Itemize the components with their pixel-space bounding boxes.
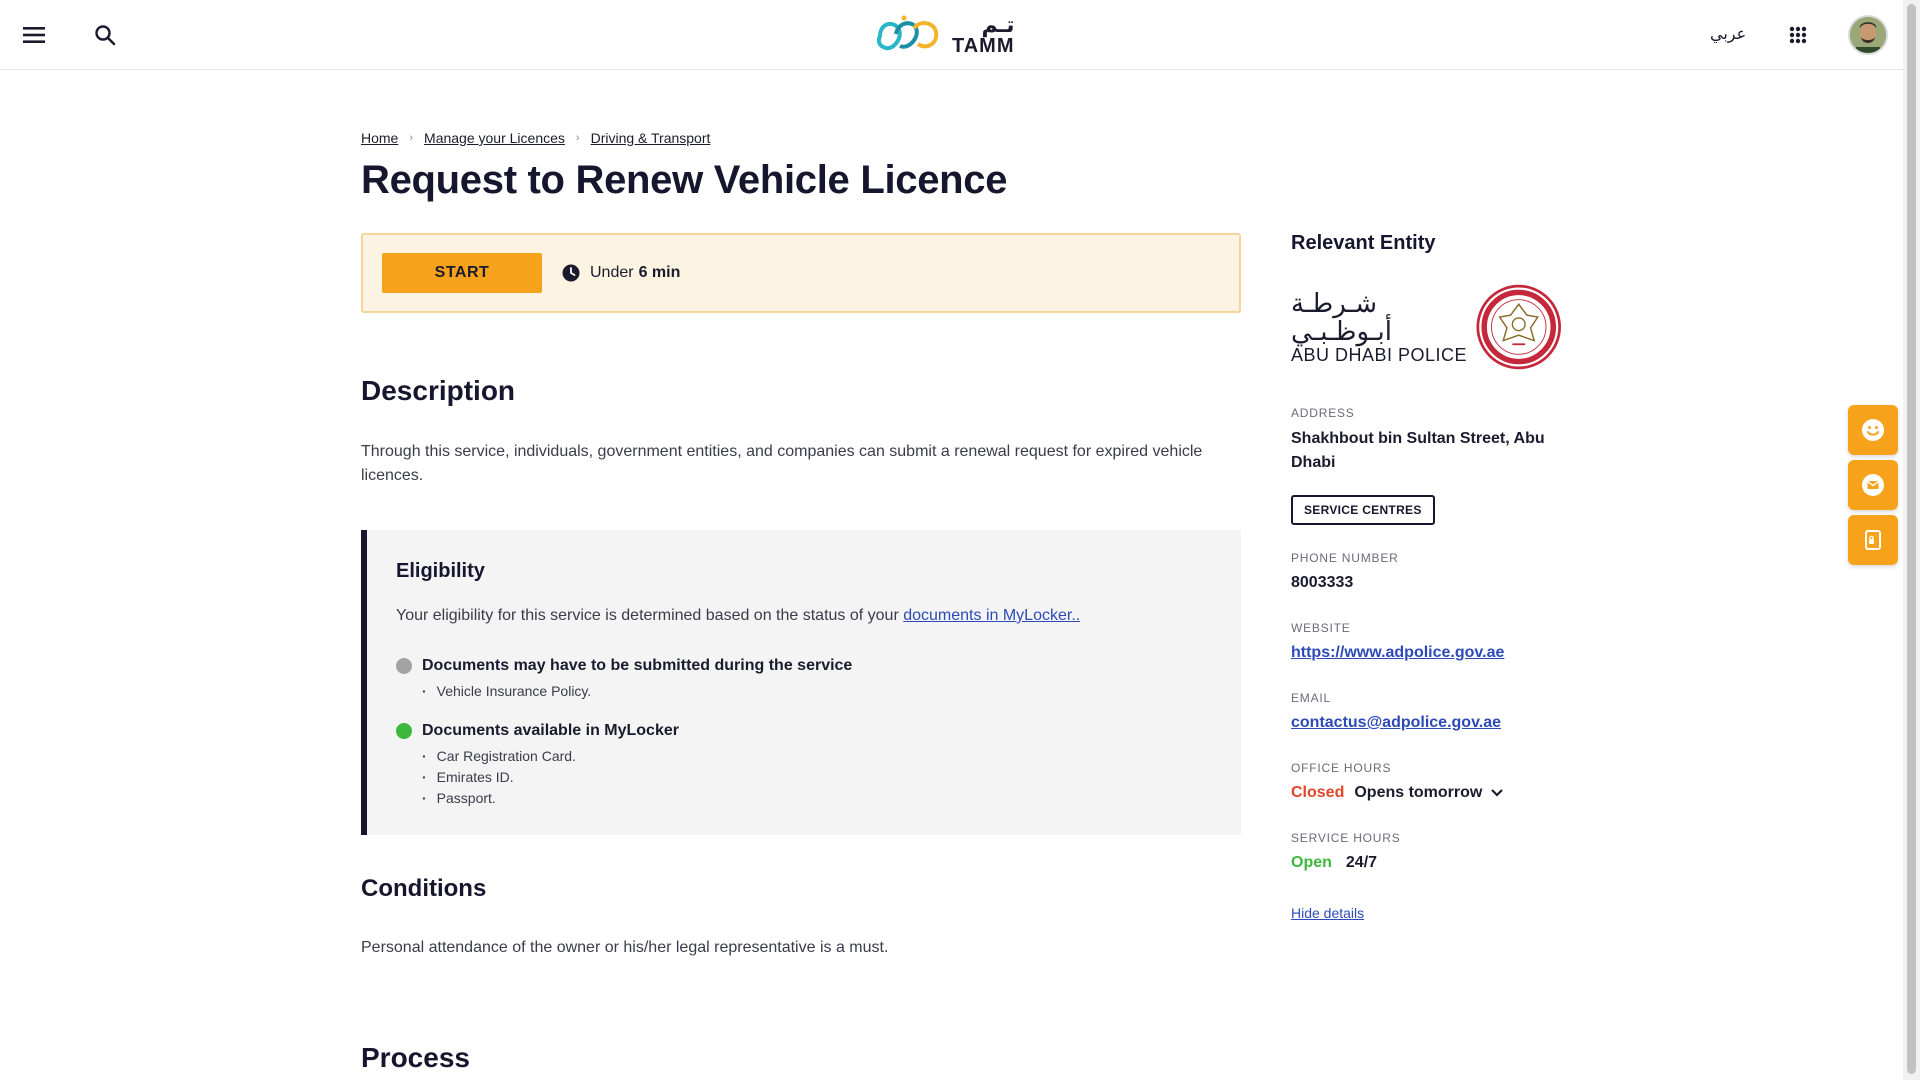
phone-label: PHONE NUMBER — [1291, 551, 1399, 565]
website-block: WEBSITE https://www.adpolice.gov.ae — [1291, 621, 1561, 665]
list-item: Car Registration Card. — [422, 746, 1241, 767]
duration-prefix: Under — [590, 264, 634, 281]
service-hours-label: SERVICE HOURS — [1291, 831, 1401, 845]
breadcrumb: Home › Manage your Licences › Driving & … — [361, 130, 1241, 146]
description-heading: Description — [361, 375, 516, 406]
police-name-arabic: شـرطـة أبـوظـبـي — [1291, 287, 1392, 347]
eligibility-heading: Eligibility — [396, 560, 485, 582]
tamm-logo-mark-icon — [876, 15, 939, 51]
chevron-down-icon — [1491, 789, 1504, 797]
doc-group-header: Documents may have to be submitted durin… — [396, 657, 1241, 675]
address-value: Shakhbout bin Sultan Street, Abu Dhabi — [1291, 430, 1545, 471]
office-hours-block: OFFICE HOURS Closed Opens tomorrow — [1291, 761, 1561, 805]
menu-button[interactable] — [16, 17, 52, 53]
office-status-badge: Closed — [1291, 784, 1345, 801]
office-hours-label: OFFICE HOURS — [1291, 761, 1392, 775]
feedback-button[interactable] — [1848, 405, 1898, 455]
hide-details-link[interactable]: Hide details — [1291, 905, 1364, 921]
mail-icon — [1862, 474, 1884, 496]
page-title: Request to Renew Vehicle Licence — [361, 158, 1008, 202]
status-dot-green-icon — [396, 723, 412, 739]
doc-list: Car Registration Card. Emirates ID. Pass… — [422, 746, 1241, 809]
mylocker-button[interactable] — [1848, 515, 1898, 565]
status-dot-grey-icon — [396, 658, 412, 674]
messages-button[interactable] — [1848, 460, 1898, 510]
website-link[interactable]: https://www.adpolice.gov.ae — [1291, 641, 1561, 665]
user-avatar[interactable] — [1848, 15, 1888, 55]
clock-icon — [562, 264, 580, 282]
relevant-entity-heading: Relevant Entity — [1291, 232, 1436, 254]
scrollbar-thumb[interactable] — [1907, 4, 1916, 1074]
service-status-badge: Open — [1291, 854, 1332, 871]
start-panel: START Under 6 min — [361, 233, 1241, 313]
chevron-right-icon: › — [575, 132, 580, 144]
logo-english: TAMM — [952, 35, 1015, 57]
mylocker-documents-link[interactable]: documents in MyLocker.. — [903, 607, 1080, 624]
user-photo-icon — [1850, 17, 1886, 53]
apps-grid-icon — [1789, 26, 1807, 44]
chevron-right-icon: › — [409, 132, 414, 144]
relevant-entity-panel: Relevant Entity شـرطـة أبـوظـبـي ABU DHA… — [1291, 232, 1561, 923]
service-centres-button[interactable]: SERVICE CENTRES — [1291, 495, 1435, 525]
description-text: Through this service, individuals, gover… — [361, 443, 1203, 484]
list-item: Passport. — [422, 788, 1241, 809]
abu-dhabi-police-logo: شـرطـة أبـوظـبـي ABU DHABI POLICE — [1291, 279, 1561, 375]
documents-mylocker-group: Documents available in MyLocker Car Regi… — [396, 722, 1241, 809]
eligibility-panel: Eligibility Your eligibility for this se… — [361, 530, 1241, 835]
conditions-text: Personal attendance of the owner or his/… — [361, 939, 889, 956]
office-hours-toggle[interactable]: Closed Opens tomorrow — [1291, 781, 1561, 805]
police-wordmark: شـرطـة أبـوظـبـي ABU DHABI POLICE — [1291, 287, 1468, 366]
service-hours-text: 24/7 — [1345, 854, 1378, 871]
page-scrollbar[interactable] — [1903, 0, 1920, 1080]
doc-list: Vehicle Insurance Policy. — [422, 681, 1241, 702]
service-hours-value: Open 24/7 — [1291, 851, 1561, 875]
main-content: Home › Manage your Licences › Driving & … — [361, 130, 1241, 1074]
email-label: EMAIL — [1291, 691, 1332, 705]
documents-submitted-group: Documents may have to be submitted durin… — [396, 657, 1241, 702]
doc-group-title: Documents available in MyLocker — [422, 722, 679, 739]
address-label: ADDRESS — [1291, 406, 1355, 420]
police-name-english: ABU DHABI POLICE — [1291, 344, 1468, 365]
locker-icon — [1865, 530, 1881, 550]
email-link[interactable]: contactus@adpolice.gov.ae — [1291, 711, 1561, 735]
eligibility-text-prefix: Your eligibility for this service is det… — [396, 607, 899, 624]
office-next-open: Opens tomorrow — [1354, 784, 1483, 801]
eligibility-text: Your eligibility for this service is det… — [396, 607, 1241, 625]
phone-value: 8003333 — [1291, 574, 1354, 591]
search-icon — [95, 25, 116, 46]
process-heading: Process — [361, 1042, 470, 1073]
email-block: EMAIL contactus@adpolice.gov.ae — [1291, 691, 1561, 735]
start-button[interactable]: START — [382, 253, 542, 293]
police-seal-icon — [1476, 284, 1561, 370]
service-hours-block: SERVICE HOURS Open 24/7 — [1291, 831, 1561, 875]
hamburger-icon — [23, 27, 45, 43]
logo-wordmark: تـم TAMM — [952, 12, 1015, 57]
website-label: WEBSITE — [1291, 621, 1351, 635]
search-button[interactable] — [87, 17, 123, 53]
conditions-heading: Conditions — [361, 875, 487, 902]
apps-button[interactable] — [1780, 17, 1816, 53]
list-item: Emirates ID. — [422, 767, 1241, 788]
duration-info: Under 6 min — [562, 264, 680, 282]
duration-value: 6 min — [638, 264, 681, 281]
language-toggle-link[interactable]: عربي — [1710, 24, 1746, 44]
doc-group-title: Documents may have to be submitted durin… — [422, 657, 853, 674]
doc-group-header: Documents available in MyLocker — [396, 722, 1241, 740]
list-item: Vehicle Insurance Policy. — [422, 681, 1241, 702]
phone-block: PHONE NUMBER 8003333 — [1291, 551, 1561, 595]
breadcrumb-driving-transport[interactable]: Driving & Transport — [591, 130, 711, 146]
logo-arabic: تـم — [981, 12, 1015, 37]
tamm-logo[interactable]: تـم TAMM — [874, 12, 1030, 58]
breadcrumb-home[interactable]: Home — [361, 130, 398, 146]
smiley-icon — [1862, 419, 1884, 441]
top-header: تـم TAMM عربي — [0, 0, 1903, 70]
breadcrumb-manage-licences[interactable]: Manage your Licences — [424, 130, 565, 146]
